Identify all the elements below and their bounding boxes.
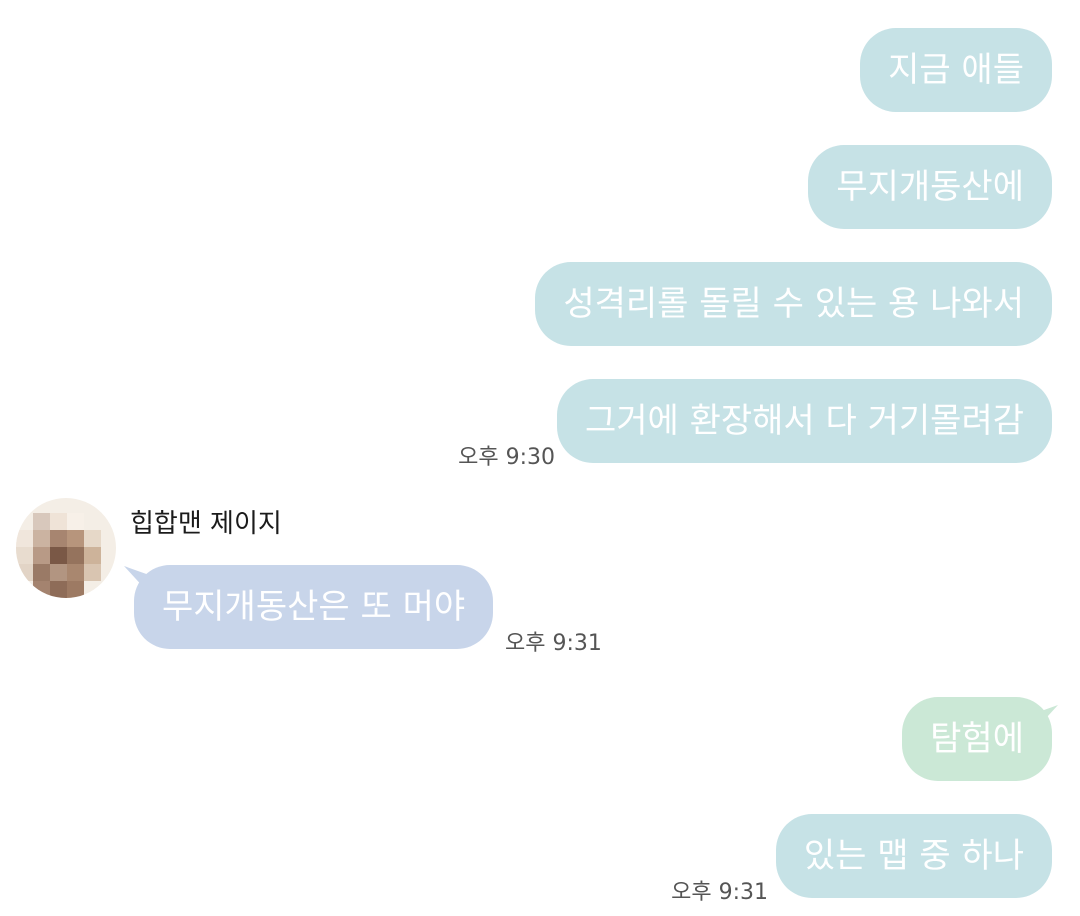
message-timestamp: 오후 9:30: [458, 445, 555, 470]
avatar-icon: [16, 498, 116, 598]
outgoing-message[interactable]: 그거에 환장해서 다 거기몰려감: [556, 379, 1052, 463]
message-timestamp: 오후 9:31: [671, 880, 768, 905]
message-timestamp: 오후 9:31: [505, 631, 602, 656]
incoming-message[interactable]: 무지개동산은 또 머야: [134, 565, 494, 649]
outgoing-message[interactable]: 탐험에: [902, 697, 1052, 781]
sender-name: 힙합맨 제이지: [130, 509, 282, 539]
outgoing-message[interactable]: 지금 애들: [860, 28, 1052, 112]
outgoing-message[interactable]: 있는 맵 중 하나: [775, 814, 1052, 898]
outgoing-message[interactable]: 무지개동산에: [808, 145, 1052, 229]
sender-avatar[interactable]: [16, 498, 116, 598]
outgoing-message[interactable]: 성격리롤 돌릴 수 있는 용 나와서: [535, 262, 1052, 346]
